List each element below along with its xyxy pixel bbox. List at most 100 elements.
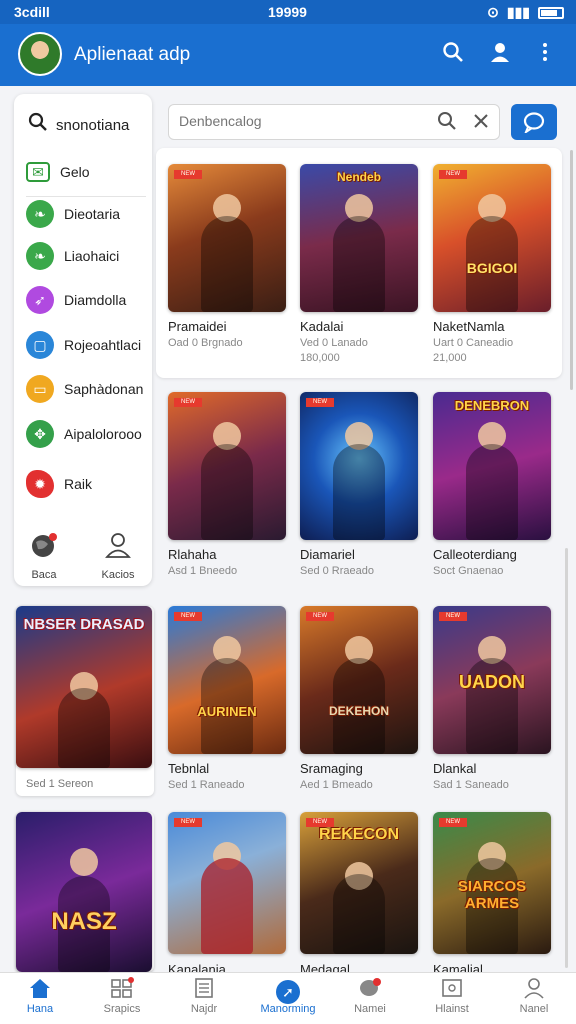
scrollbar[interactable] [570,150,573,390]
album-icon [412,977,492,1003]
game-card[interactable]: NEW Kanalania [168,812,288,977]
nav-item-news[interactable]: Najdr [164,977,244,1015]
game-thumbnail[interactable]: NEW [168,392,286,540]
account-icon[interactable] [487,41,513,67]
nav-item-messages[interactable]: Namei [330,977,410,1015]
sidebar-item-7[interactable]: ✹ Raik [26,464,148,504]
sidebar-item-label: Raik [64,476,93,492]
featured-thumbnail[interactable]: NASZ [16,812,152,972]
new-badge: NEW [174,818,202,827]
nav-item-graphics[interactable]: Srapics [82,977,162,1015]
game-thumbnail[interactable]: NEW REKECON [300,812,418,954]
nav-item-discover[interactable]: ➚ Manorming [248,977,328,1015]
game-card[interactable]: NEW DEKEHON Sramaging Aed 1 Bmeado [300,606,420,791]
nav-label: Hana [26,1003,54,1015]
featured-card[interactable]: NBSER DRASAD Sed 1 Sereon [16,606,154,796]
game-card[interactable]: NEW Rlahaha Asd 1 Bneedo [168,392,288,577]
card-count: 21,000 [433,352,467,364]
avatar[interactable] [18,32,62,76]
card-subtitle: Sed 1 Raneado [168,779,245,791]
game-card[interactable]: Nendeb Kadalai Ved 0 Lanado 180,000 [300,164,420,364]
sidebar-item-4[interactable]: ▢ Rojeoahtlaci [26,325,148,365]
person-icon [88,532,148,565]
game-card[interactable]: NEW Diamariel Sed 0 Rraeado [300,392,420,577]
character-figure [201,444,253,540]
game-card[interactable]: NEW REKECON Medagal [300,812,420,977]
new-badge: NEW [439,612,467,621]
featured-card[interactable]: NASZ [16,812,154,972]
globe-icon [14,532,74,565]
sidebar-bottom-item-0[interactable]: Baca [14,532,74,581]
game-thumbnail[interactable]: NEW SIARCOS ARMES [433,812,551,954]
nav-label: Nanel [519,1003,549,1015]
search-icon[interactable] [440,41,466,67]
sidebar-item-3[interactable]: ➶ Diamdolla [26,280,148,320]
game-logo: AURINEN [197,704,257,719]
chat-search-icon [522,112,546,138]
nav-label: Hlainst [435,1003,469,1015]
search-icon[interactable] [437,111,457,137]
game-thumbnail[interactable]: DENEBRON [433,392,551,540]
card-title: Diamariel [300,547,355,562]
screen-icon: ▢ [26,331,54,359]
sidebar-item-2[interactable]: ❧ Liaohaici [26,236,148,276]
compass-icon: ➚ [248,977,328,1004]
character-figure [333,216,385,312]
signal-indicator: 3cdill [14,4,50,20]
game-thumbnail[interactable]: NEW [300,392,418,540]
game-thumbnail[interactable]: NEW DEKEHON [300,606,418,754]
leaf-icon: ❧ [26,242,54,270]
sidebar-item-5[interactable]: ▭ Saphàdonan [26,369,148,409]
game-logo: UADON [459,672,525,692]
sidebar-bottom-item-1[interactable]: Kacios [88,532,148,581]
search-box[interactable] [168,104,500,140]
new-badge: NEW [174,398,202,407]
profile-icon [494,977,574,1003]
game-thumbnail[interactable]: NEW UADON [433,606,551,754]
game-card[interactable]: NEW AURINEN Tebnlal Sed 1 Raneado [168,606,288,791]
new-badge: NEW [306,612,334,621]
nav-item-library[interactable]: Hlainst [412,977,492,1015]
sidebar-item-1[interactable]: ❧ Dieotaria [26,194,148,234]
sidebar-item-6[interactable]: ✥ Aipalolorooo [26,414,148,454]
more-icon[interactable] [532,41,558,67]
search-input[interactable] [179,113,429,129]
location-icon: ⊙ [487,4,499,20]
sidebar-search[interactable]: snonotiana [28,112,129,138]
new-badge: NEW [306,398,334,407]
game-logo: DEKEHON [328,704,389,718]
sidebar-item-label: Liaohaici [64,248,120,264]
card-title: Tebnlal [168,761,210,776]
character-figure [201,858,253,954]
scrollbar[interactable] [565,548,568,968]
game-card[interactable]: NEW Pramaidei Oad 0 Brgnado [168,164,288,349]
character-figure [201,216,253,312]
game-thumbnail[interactable]: NEW [168,164,286,312]
game-card[interactable]: NEW BGIGOI NaketNamla Uart 0 Caneadio 21… [433,164,553,364]
game-card[interactable]: NEW SIARCOS ARMES Kamalial [433,812,553,977]
game-thumbnail[interactable]: NEW AURINEN [168,606,286,754]
featured-thumbnail[interactable]: NBSER DRASAD [16,606,152,768]
window-icon: ▭ [26,375,54,403]
clear-icon[interactable] [471,111,491,137]
status-time: 19999 [268,4,307,20]
home-icon [0,977,80,1003]
card-title: Pramaidei [168,319,227,334]
card-title: Kadalai [300,319,344,334]
game-thumbnail[interactable]: NEW [168,812,286,954]
search-icon [28,112,48,138]
game-card[interactable]: NEW UADON Dlankal Sad 1 Saneado [433,606,553,791]
card-subtitle: Uart 0 Caneadio [433,337,514,349]
game-logo: Nendeb [336,170,381,184]
game-card[interactable]: DENEBRON Calleoterdiang Soct Gnaenao [433,392,553,577]
search-button[interactable] [511,104,557,140]
game-thumbnail[interactable]: NEW BGIGOI [433,164,551,312]
nav-item-home[interactable]: Hana [0,977,80,1015]
card-subtitle: Sed 0 Rraeado [300,565,374,577]
sidebar-item-0[interactable]: ✉ Gelo [26,152,148,192]
card-subtitle: Oad 0 Brgnado [168,337,243,349]
game-thumbnail[interactable]: Nendeb [300,164,418,312]
rocket-icon: ➶ [26,286,54,314]
featured-subtitle: Sed 1 Sereon [26,778,94,790]
nav-item-profile[interactable]: Nanel [494,977,574,1015]
